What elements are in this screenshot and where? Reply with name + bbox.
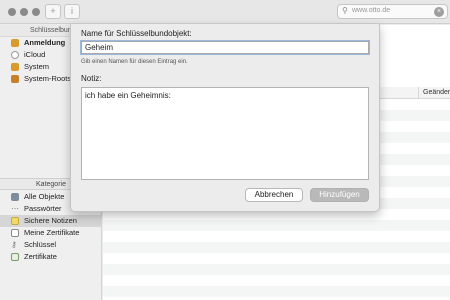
info-icon: i	[71, 6, 73, 16]
category-keys[interactable]: ⚷ Schlüssel	[0, 239, 102, 251]
search-field[interactable]: ⚲ www.otto.de ×	[337, 4, 448, 19]
category-secure-notes[interactable]: Sichere Notizen	[0, 215, 102, 227]
cancel-button[interactable]: Abbrechen	[245, 188, 303, 202]
category-label: Zertifikate	[24, 252, 57, 261]
certificate-icon	[11, 229, 19, 237]
sidebar-item-label: System-Roots	[24, 74, 72, 83]
list-row	[103, 242, 450, 253]
clear-search-icon[interactable]: ×	[434, 7, 444, 17]
note-textarea[interactable]: ich habe ein Geheimnis:	[81, 87, 369, 180]
category-label: Sichere Notizen	[24, 216, 77, 225]
window-toolbar: + i ⚲ www.otto.de ×	[0, 0, 450, 24]
name-label: Name für Schlüsselbundobjekt:	[81, 29, 192, 38]
secure-note-icon	[11, 217, 19, 225]
close-window-button[interactable]	[8, 8, 16, 16]
category-label: Passwörter	[24, 204, 62, 213]
list-row	[103, 286, 450, 297]
minimize-window-button[interactable]	[20, 8, 28, 16]
key-icon: ⚷	[11, 240, 17, 249]
keychain-lock-icon	[11, 63, 19, 71]
sidebar-item-label: iCloud	[24, 50, 46, 59]
category-certificates[interactable]: Zertifikate	[0, 251, 102, 263]
search-icon: ⚲	[342, 6, 348, 15]
name-field[interactable]: Geheim	[80, 40, 370, 55]
get-info-button[interactable]: i	[64, 4, 80, 19]
new-secure-note-dialog: Name für Schlüsselbundobjekt: Geheim Gib…	[70, 24, 380, 212]
sidebar-item-label: System	[24, 62, 50, 71]
category-label: Meine Zertifikate	[24, 228, 80, 237]
add-button[interactable]: Hinzufügen	[310, 188, 369, 202]
category-label: Alle Objekte	[24, 192, 65, 201]
certificate-icon	[11, 253, 19, 261]
category-label: Schlüssel	[24, 240, 57, 249]
column-header-changed[interactable]: Geändert	[418, 87, 450, 99]
sidebar-item-label: Anmeldung	[24, 38, 66, 47]
add-item-button[interactable]: +	[45, 4, 61, 19]
plus-icon: +	[50, 6, 56, 16]
all-items-icon	[11, 193, 19, 201]
search-input[interactable]: www.otto.de	[352, 7, 390, 14]
password-icon: ⋯	[11, 204, 19, 213]
list-row	[103, 220, 450, 231]
note-label: Notiz:	[81, 74, 102, 83]
keychain-lock-icon	[11, 39, 19, 47]
name-hint: Gib einen Namen für diesen Eintrag ein.	[81, 59, 188, 65]
zoom-window-button[interactable]	[32, 8, 40, 16]
list-row	[103, 264, 450, 275]
category-my-certificates[interactable]: Meine Zertifikate	[0, 227, 102, 239]
keychain-lock-icon	[11, 75, 19, 83]
cloud-icon	[11, 51, 19, 59]
